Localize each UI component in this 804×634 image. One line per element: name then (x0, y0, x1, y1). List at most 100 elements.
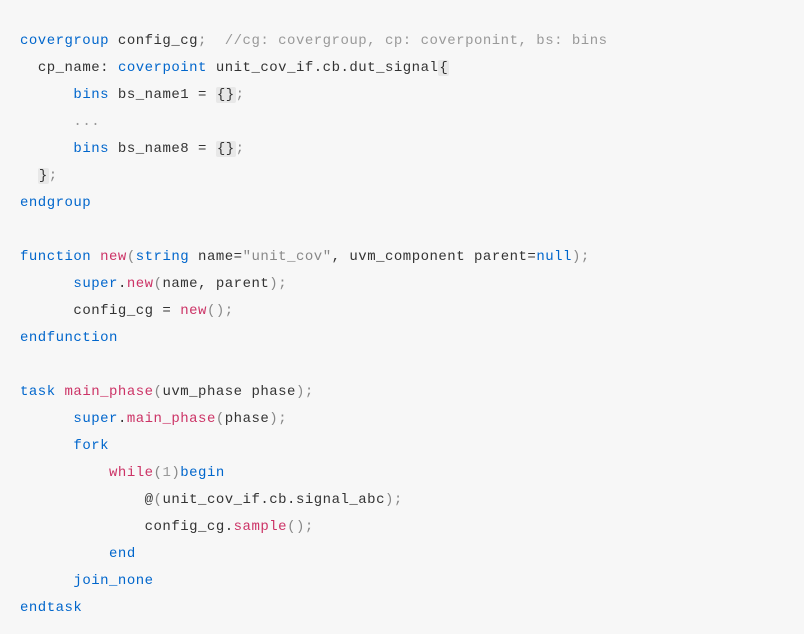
keyword: end (109, 546, 136, 562)
keyword: string (136, 249, 189, 265)
keyword: null (536, 249, 572, 265)
indent (20, 519, 145, 535)
indent (20, 168, 38, 184)
paren: ) (296, 384, 305, 400)
identifier: cp_name: (38, 60, 118, 76)
identifier: unit_cov_if.cb.signal_abc (162, 492, 385, 508)
code-line-2: cp_name: coverpoint unit_cov_if.cb.dut_s… (20, 55, 784, 82)
keyword: join_none (73, 573, 153, 589)
keyword: super (73, 411, 118, 427)
paren: ) (269, 411, 278, 427)
code-line-10: super.new(name, parent); (20, 271, 784, 298)
keyword: bins (73, 87, 109, 103)
paren: ( (216, 411, 225, 427)
identifier: unit_cov_if.cb.dut_signal (207, 60, 438, 76)
indent (20, 411, 73, 427)
punct: ; (198, 33, 207, 49)
identifier: config_cg. (145, 519, 234, 535)
code-line-14: task main_phase(uvm_phase phase); (20, 379, 784, 406)
indent (20, 303, 73, 319)
indent (20, 492, 145, 508)
code-line-5: bins bs_name8 = {}; (20, 136, 784, 163)
ellipsis: ... (73, 114, 100, 130)
keyword: begin (180, 465, 225, 481)
indent (20, 465, 109, 481)
code-line-11: config_cg = new(); (20, 298, 784, 325)
braces: {} (216, 87, 236, 103)
code-line-19: config_cg.sample(); (20, 514, 784, 541)
identifier: config_cg (109, 33, 198, 49)
code-line-7: endgroup (20, 190, 784, 217)
punct: ; (225, 303, 234, 319)
identifier: bs_name1 = (109, 87, 216, 103)
code-line-15: super.main_phase(phase); (20, 406, 784, 433)
identifier: name= (189, 249, 242, 265)
indent (20, 114, 73, 130)
code-line-20: end (20, 541, 784, 568)
indent (20, 276, 73, 292)
punct: ; (581, 249, 590, 265)
code-line-9: function new(string name="unit_cov", uvm… (20, 244, 784, 271)
paren: ( (127, 249, 136, 265)
punct: ; (278, 411, 287, 427)
parens: () (207, 303, 225, 319)
code-line-3: bins bs_name1 = {}; (20, 82, 784, 109)
punct: ; (278, 276, 287, 292)
code-line-21: join_none (20, 568, 784, 595)
punct: ; (394, 492, 403, 508)
identifier: bs_name8 = (109, 141, 216, 157)
keyword: covergroup (20, 33, 109, 49)
code-line-18: @(unit_cov_if.cb.signal_abc); (20, 487, 784, 514)
identifier: config_cg = (73, 303, 180, 319)
number: 1 (162, 465, 171, 481)
comment: //cg: covergroup, cp: coverponint, bs: b… (207, 33, 608, 49)
keyword: fork (73, 438, 109, 454)
keyword: endtask (20, 600, 82, 616)
dot: . (118, 276, 127, 292)
at: @ (145, 492, 154, 508)
code-line-1: covergroup config_cg; //cg: covergroup, … (20, 28, 784, 55)
punct: ; (236, 141, 245, 157)
code-line-4: ... (20, 109, 784, 136)
indent (20, 141, 73, 157)
code-block: covergroup config_cg; //cg: covergroup, … (20, 28, 784, 622)
punct: ; (305, 519, 314, 535)
keyword: super (73, 276, 118, 292)
parens: () (287, 519, 305, 535)
keyword: main_phase (56, 384, 154, 400)
string: "unit_cov" (243, 249, 332, 265)
keyword: new (91, 249, 127, 265)
keyword: endgroup (20, 195, 91, 211)
brace: { (438, 60, 449, 76)
brace: } (38, 168, 49, 184)
paren: ) (171, 465, 180, 481)
code-line-16: fork (20, 433, 784, 460)
indent (20, 546, 109, 562)
blank-line (20, 217, 784, 244)
paren: ) (385, 492, 394, 508)
args: uvm_phase phase (162, 384, 296, 400)
code-line-22: endtask (20, 595, 784, 622)
punct: ; (49, 168, 58, 184)
indent (20, 438, 73, 454)
keyword: main_phase (127, 411, 216, 427)
braces: {} (216, 141, 236, 157)
keyword: new (180, 303, 207, 319)
keyword: task (20, 384, 56, 400)
keyword: new (127, 276, 154, 292)
paren: ) (572, 249, 581, 265)
identifier: , uvm_component parent= (332, 249, 537, 265)
keyword: sample (234, 519, 287, 535)
dot: . (118, 411, 127, 427)
args: name, parent (162, 276, 269, 292)
code-line-17: while(1)begin (20, 460, 784, 487)
punct: ; (236, 87, 245, 103)
code-line-6: }; (20, 163, 784, 190)
args: phase (225, 411, 270, 427)
blank-line (20, 352, 784, 379)
paren: ) (269, 276, 278, 292)
indent (20, 87, 73, 103)
indent (20, 60, 38, 76)
keyword: coverpoint (118, 60, 207, 76)
code-line-12: endfunction (20, 325, 784, 352)
